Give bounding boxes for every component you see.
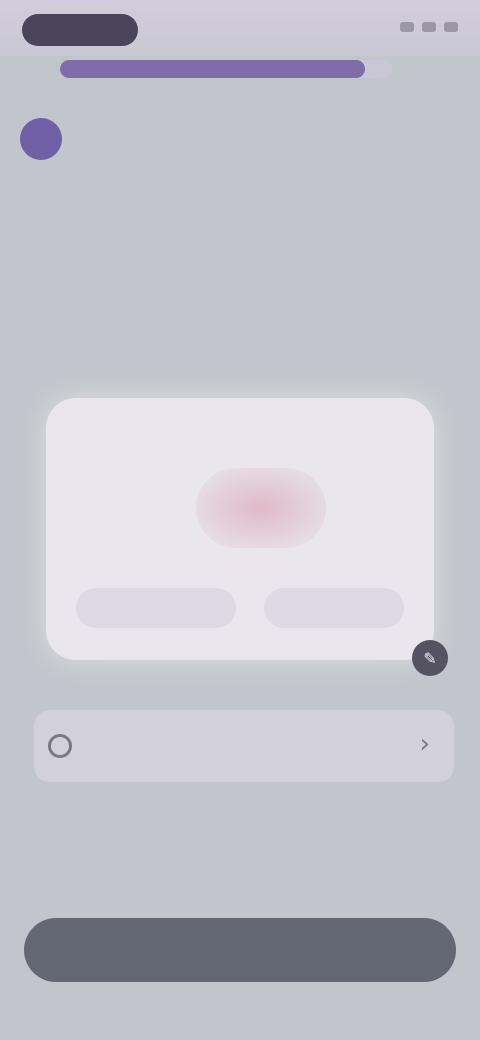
progress-bar (60, 60, 392, 78)
status-time (22, 14, 138, 46)
avatar (20, 118, 62, 160)
list-item[interactable]: › (34, 710, 454, 782)
progress-fill (60, 60, 366, 78)
wifi-icon (422, 22, 436, 32)
highlight-glow (196, 468, 326, 548)
circle-icon (48, 734, 72, 758)
edit-icon[interactable]: ✎ (412, 640, 448, 676)
card-secondary-button[interactable] (264, 588, 404, 628)
status-bar (0, 0, 480, 56)
status-icons (400, 22, 458, 32)
signal-icon (400, 22, 414, 32)
chevron-right-icon: › (419, 729, 430, 759)
continue-button[interactable] (24, 918, 456, 982)
card-primary-button[interactable] (76, 588, 236, 628)
info-card (46, 398, 434, 660)
card-actions (76, 588, 404, 628)
battery-icon (444, 22, 458, 32)
